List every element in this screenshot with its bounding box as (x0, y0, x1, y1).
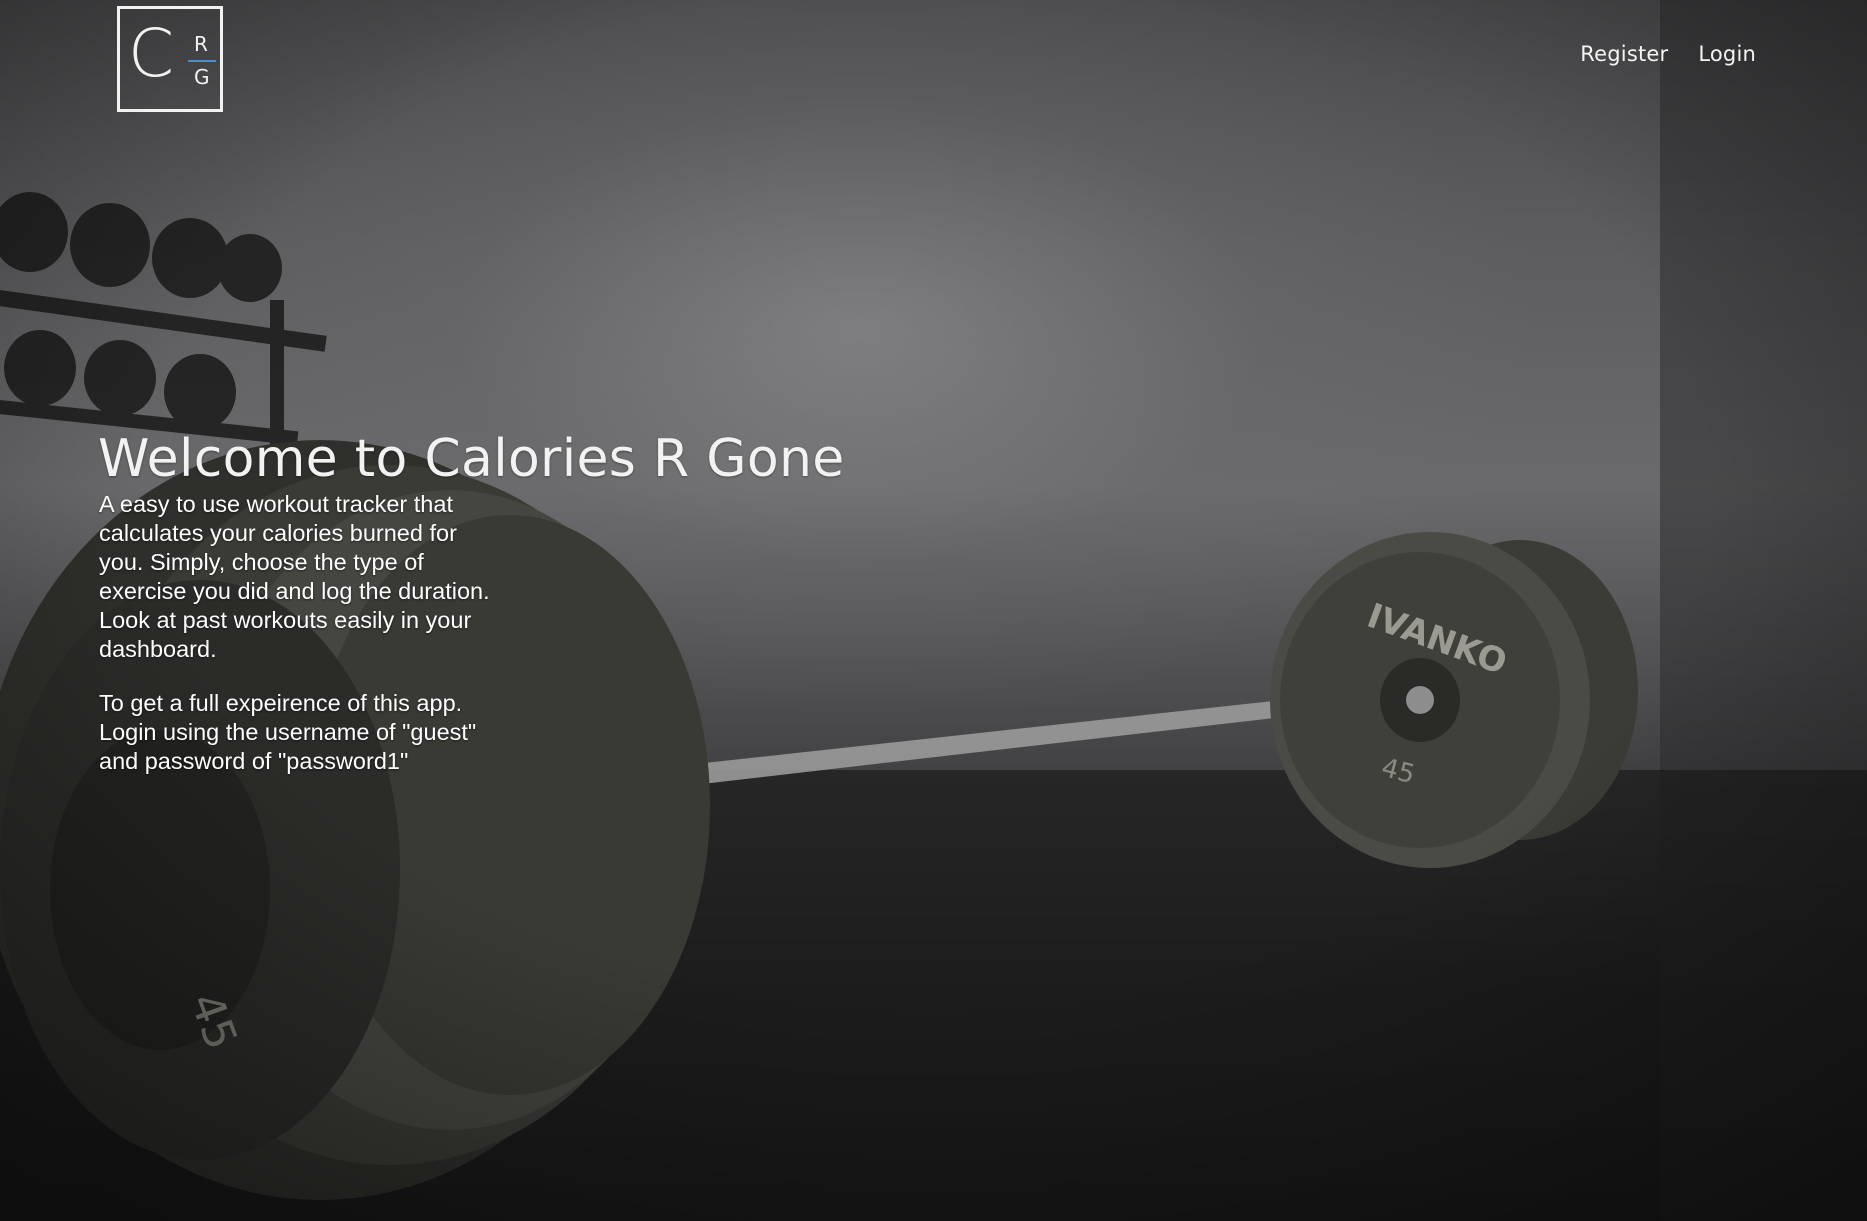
guest-login-note: To get a full expeirence of this app. Lo… (99, 690, 477, 774)
logo-letter-c: C (128, 15, 175, 92)
logo-letter-r: R (194, 32, 208, 56)
top-nav: Register Login (1580, 42, 1756, 66)
login-link[interactable]: Login (1698, 42, 1756, 66)
site-logo[interactable]: C R G (117, 6, 223, 112)
logo-divider (188, 60, 216, 62)
register-link[interactable]: Register (1580, 42, 1668, 66)
logo-letter-g: G (194, 65, 210, 89)
hero-body: A easy to use workout tracker that calcu… (99, 490, 499, 801)
hero-description: A easy to use workout tracker that calcu… (99, 491, 490, 662)
hero-title: Welcome to Calories R Gone (98, 429, 845, 489)
